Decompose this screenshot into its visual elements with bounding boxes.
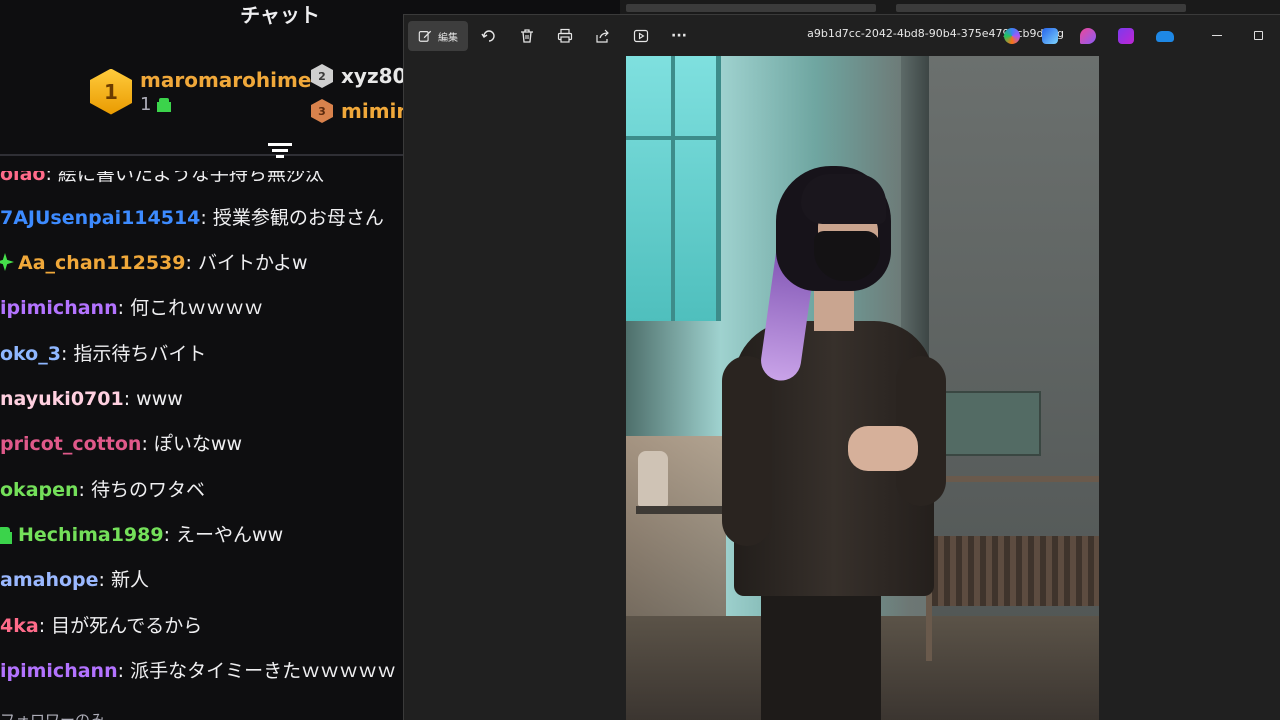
copilot-icon[interactable] (1004, 28, 1020, 44)
gift-icon (157, 97, 172, 112)
top-gifter-name: xyz80 (341, 64, 404, 88)
chat-message[interactable]: pricot_cotton: ぽいなww (0, 432, 242, 456)
chat-message[interactable]: 4ka: 目が死んでるから (0, 614, 202, 638)
chat-text: 待ちのワタベ (90, 479, 205, 501)
chat-text: えーやんww (176, 524, 284, 546)
chat-username[interactable]: okapen (0, 479, 79, 501)
chat-message[interactable]: ipimichann: 何これｗｗｗｗ (0, 296, 263, 320)
top-gifter-2[interactable]: 2 xyz80 (311, 64, 404, 88)
chat-message[interactable]: ipimichann: 派手なタイミーきたｗｗｗｗｗ (0, 659, 396, 683)
top-gifter-3[interactable]: 3 mimin (311, 99, 404, 123)
chat-filter-icon[interactable] (268, 143, 292, 167)
chat-message[interactable]: Hechima1989: えーやんww (0, 523, 283, 547)
chat-mode-notice: フォロワーのみ (0, 711, 106, 720)
chat-username[interactable]: Aa_chan112539 (18, 252, 185, 274)
designer-icon[interactable] (1042, 28, 1058, 44)
chat-username[interactable]: olao (0, 171, 45, 185)
rank-2-badge-icon: 2 (311, 64, 333, 88)
rank-1-badge-icon: 1 (90, 68, 132, 115)
chat-text: バイトかよw (197, 252, 308, 274)
chat-text: 授業参観のお母さん (212, 207, 384, 229)
minimize-icon[interactable] (1212, 35, 1222, 36)
chat-username[interactable]: ipimichann (0, 660, 118, 682)
chat-message[interactable]: Aa_chan112539: バイトかよw (0, 251, 308, 275)
chat-panel: チャット 1 maromarohime 1 2 xyz80 3 mimin ol… (0, 0, 404, 720)
background-window-strip (620, 0, 1280, 14)
chat-username[interactable]: pricot_cotton (0, 433, 141, 455)
chat-message[interactable]: amahope: 新人 (0, 568, 149, 592)
chat-username[interactable]: ipimichann (0, 297, 118, 319)
chat-username[interactable]: 7AJUsenpai114514 (0, 207, 200, 229)
chat-title: チャット (240, 3, 320, 27)
chat-text: ぽいなww (153, 433, 242, 455)
top-gifter-1[interactable]: 1 maromarohime 1 (90, 68, 311, 115)
onedrive-icon[interactable] (1156, 31, 1174, 42)
top-gifter-name: mimin (341, 99, 404, 123)
chat-text: 何これｗｗｗｗ (130, 297, 264, 319)
rank-3-badge-icon: 3 (311, 99, 333, 123)
clipchamp-icon[interactable] (1118, 28, 1134, 44)
chat-username[interactable]: nayuki0701 (0, 388, 124, 410)
gift-badge-icon (0, 526, 12, 544)
photo-viewer-window: 編集 ··· a9b1d7cc-2042-4bd8-90b4-375e4796c… (403, 14, 1280, 720)
top-gifter-name: maromarohime (140, 68, 312, 92)
chat-username[interactable]: amahope (0, 569, 99, 591)
viewer-toolbar: 編集 ··· a9b1d7cc-2042-4bd8-90b4-375e4796c… (404, 15, 1280, 57)
gift-count: 1 (140, 94, 152, 115)
chat-message[interactable]: oko_3: 指示待ちバイト (0, 342, 206, 366)
displayed-photo (626, 56, 1099, 720)
chat-text: 派手なタイミーきたｗｗｗｗｗ (130, 660, 397, 682)
paint-icon[interactable] (1080, 28, 1096, 44)
chat-message[interactable]: nayuki0701: www (0, 387, 183, 411)
sparkle-badge-icon (0, 253, 14, 271)
chat-text: www (136, 388, 183, 410)
maximize-icon[interactable] (1254, 31, 1263, 40)
chat-message[interactable]: okapen: 待ちのワタベ (0, 478, 205, 502)
chat-text: 指示待ちバイト (73, 343, 207, 365)
chat-username[interactable]: 4ka (0, 615, 39, 637)
file-name: a9b1d7cc-2042-4bd8-90b4-375e4796cb9d.jpg (807, 27, 1064, 40)
chat-text: 新人 (110, 569, 149, 591)
chat-username[interactable]: oko_3 (0, 343, 61, 365)
chat-divider (0, 154, 404, 156)
chat-message[interactable]: 7AJUsenpai114514: 授業参観のお母さん (0, 206, 384, 230)
chat-text: 目が死んでるから (51, 615, 203, 637)
chat-username[interactable]: Hechima1989 (18, 524, 164, 546)
